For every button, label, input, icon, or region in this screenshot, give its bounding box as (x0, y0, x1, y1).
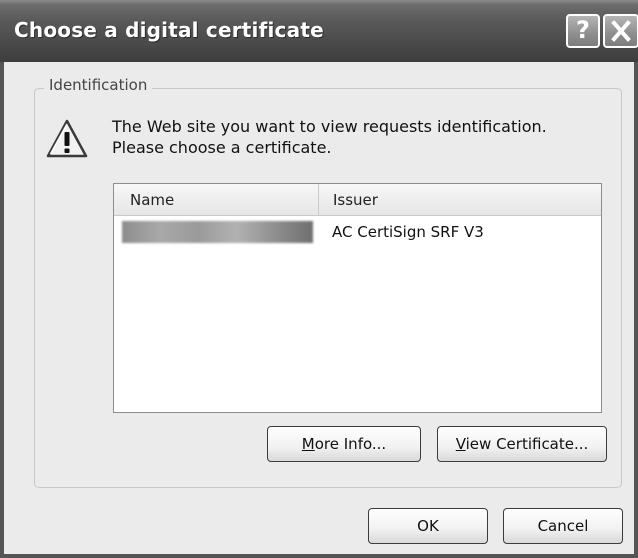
window-frame-bottom (0, 554, 638, 558)
identification-group-label: Identification (44, 76, 153, 94)
column-header-name[interactable]: Name (114, 184, 319, 216)
window-frame-left (0, 62, 4, 558)
window-frame-right (634, 62, 638, 558)
ok-button[interactable]: OK (368, 508, 488, 544)
view-certificate-button[interactable]: View Certificate... (437, 426, 607, 462)
view-certificate-mnemonic: V (455, 435, 466, 453)
column-header-issuer[interactable]: Issuer (319, 184, 601, 216)
title-bar[interactable]: Choose a digital certificate ? (0, 0, 638, 62)
warning-icon (46, 119, 88, 158)
view-certificate-label: iew Certificate... (465, 435, 589, 453)
more-info-mnemonic: M (301, 435, 315, 453)
certificate-name-redacted (122, 221, 313, 243)
dialog-title: Choose a digital certificate (14, 18, 324, 42)
help-button[interactable]: ? (566, 14, 600, 48)
more-info-button[interactable]: More Info... (267, 426, 421, 462)
identification-message: The Web site you want to view requests i… (112, 117, 547, 157)
certificate-list[interactable]: Name Issuer AC CertiSign SRF V3 (113, 183, 602, 413)
close-button[interactable] (603, 14, 638, 48)
certificate-dialog: Choose a digital certificate ? Identific… (0, 0, 638, 558)
close-icon (611, 20, 631, 42)
more-info-label: ore Info... (314, 435, 387, 453)
certificate-issuer: AC CertiSign SRF V3 (332, 223, 484, 241)
cancel-button[interactable]: Cancel (503, 508, 623, 544)
